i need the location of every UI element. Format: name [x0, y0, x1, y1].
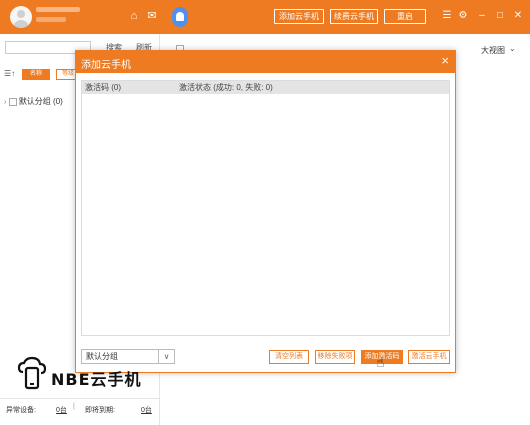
tree-item-default-group[interactable]: › 默认分组 (0)	[4, 96, 63, 107]
dialog-header: 添加云手机 ×	[76, 51, 455, 73]
watermark-logo: NBE云手机	[17, 356, 167, 390]
remove-failed-button[interactable]: 移除失败项	[315, 350, 355, 364]
avatar[interactable]	[10, 6, 32, 28]
renew-cloud-phone-button[interactable]: 续费云手机	[330, 9, 378, 24]
expiring-count[interactable]: 0台	[141, 405, 152, 415]
add-cloud-phone-button[interactable]: 添加云手机	[274, 9, 324, 24]
group-label: 默认分组	[18, 97, 51, 106]
tab-name[interactable]: 名称	[22, 69, 50, 80]
expiring-label: 即将到期:	[85, 407, 115, 414]
activation-code-table: 激活码 (0) 激活状态 (成功: 0, 失败: 0)	[81, 80, 450, 336]
notification-bell-icon[interactable]	[172, 7, 188, 27]
group-count: (0)	[53, 97, 63, 106]
restart-button[interactable]: 重启	[384, 9, 426, 24]
add-cloud-phone-dialog: 添加云手机 × 激活码 (0) 激活状态 (成功: 0, 失败: 0) 默认分组…	[75, 50, 456, 373]
mail-icon[interactable]: ✉	[146, 10, 158, 22]
sort-icon[interactable]: ☰↑	[4, 69, 15, 78]
close-icon[interactable]: ×	[441, 54, 449, 68]
cloud-phone-logo-icon	[17, 356, 47, 390]
expand-arrow-icon[interactable]: ›	[4, 99, 6, 106]
group-checkbox[interactable]	[8, 97, 17, 106]
activate-cloud-phone-button[interactable]: 激活云手机	[408, 350, 450, 364]
username-blurred	[36, 7, 80, 12]
settings-icon[interactable]: ⚙	[457, 10, 469, 22]
skin-icon[interactable]: ☰	[441, 10, 453, 22]
user-id-blurred	[36, 17, 66, 22]
hand-cursor-icon: ☝	[376, 354, 385, 370]
minimize-icon[interactable]: –	[476, 10, 488, 22]
column-activation-code: 激活码 (0)	[85, 83, 121, 92]
abnormal-device-count[interactable]: 0台	[56, 405, 67, 415]
close-window-icon[interactable]: ✕	[512, 10, 524, 22]
table-header: 激活码 (0) 激活状态 (成功: 0, 失败: 0)	[82, 81, 449, 94]
column-activation-status: 激活状态 (成功: 0, 失败: 0)	[179, 83, 273, 92]
dialog-title: 添加云手机	[81, 60, 131, 71]
title-bar: ⌂ ✉ 添加云手机 续费云手机 重启 ☰ ⚙ – □ ✕	[0, 0, 530, 34]
chevron-down-icon[interactable]: ⌄	[509, 44, 516, 53]
clear-list-button[interactable]: 清空列表	[269, 350, 309, 364]
status-footer: 异常设备: 0台 | 即将到期: 0台	[0, 398, 160, 425]
maximize-icon[interactable]: □	[494, 10, 506, 22]
abnormal-device-label: 异常设备:	[6, 407, 36, 414]
view-mode-select[interactable]: 大视图	[481, 45, 505, 56]
watermark-text: NBE云手机	[51, 370, 142, 389]
home-icon[interactable]: ⌂	[128, 10, 140, 22]
